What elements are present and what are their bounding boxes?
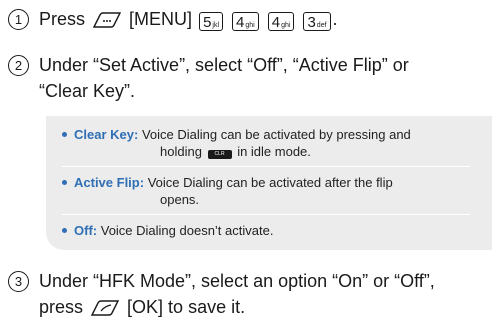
note-box: Clear Key: Voice Dialing can be activate… <box>46 116 492 250</box>
step-2-line-2: “Clear Key”. <box>39 81 136 101</box>
step-3-text: Under “HFK Mode”, select an option “On” … <box>39 268 435 320</box>
note-active-flip-line-1: Voice Dialing can be activated after the… <box>147 175 393 190</box>
note-divider <box>62 166 470 167</box>
note-active-flip-line-2: opens. <box>160 192 200 207</box>
bullet-icon <box>62 132 67 137</box>
step-3-line-1: Under “HFK Mode”, select an option “On” … <box>39 271 435 291</box>
step-3-line-2: press [OK] to save it. <box>39 294 435 320</box>
step-2: 2 Under “Set Active”, select “Off”, “Act… <box>8 52 409 104</box>
note-off: Off: Voice Dialing doesn’t activate. <box>62 222 273 239</box>
step-3-press-label: press <box>39 297 84 317</box>
soft-key-icon <box>90 300 120 316</box>
note-term-active-flip: Active Flip: <box>74 175 145 190</box>
step-1-press-label: Press <box>39 9 86 29</box>
note-clear-key: Clear Key: Voice Dialing can be activate… <box>62 126 411 160</box>
note-clear-key-line-2: in idle mode. <box>237 144 311 159</box>
key-4-icon: 4ghi <box>232 12 259 31</box>
bullet-icon <box>62 228 67 233</box>
step-number-1: 1 <box>8 9 29 30</box>
step-number-3: 3 <box>8 271 29 292</box>
step-1: 1 Press [MENU] 5jkl 4ghi 4ghi 3def. <box>8 6 338 32</box>
soft-key-icon <box>92 12 122 28</box>
step-2-line-1: Under “Set Active”, select “Off”, “Activ… <box>39 55 409 75</box>
note-off-line-1: Voice Dialing doesn’t activate. <box>100 223 274 238</box>
key-5-icon: 5jkl <box>199 12 224 31</box>
step-3: 3 Under “HFK Mode”, select an option “On… <box>8 268 435 320</box>
clear-key-icon: CLR <box>207 150 232 159</box>
note-active-flip: Active Flip: Voice Dialing can be activa… <box>62 174 393 208</box>
note-clear-key-holding: holding <box>160 144 202 159</box>
step-2-text: Under “Set Active”, select “Off”, “Activ… <box>39 52 409 104</box>
step-number-2: 2 <box>8 55 29 76</box>
step-1-text: Press [MENU] 5jkl 4ghi 4ghi 3def. <box>39 6 338 32</box>
step-1-period: . <box>332 9 338 29</box>
note-divider <box>62 214 470 215</box>
key-3-icon: 3def <box>303 12 331 31</box>
note-clear-key-line-1: Voice Dialing can be activated by pressi… <box>141 127 411 142</box>
note-term-off: Off: <box>74 223 98 238</box>
bullet-icon <box>62 180 67 185</box>
menu-label: [MENU] <box>129 9 193 29</box>
note-term-clear-key: Clear Key: <box>74 127 139 142</box>
key-4-icon: 4ghi <box>267 12 295 31</box>
step-3-line-2-text: [OK] to save it. <box>127 297 246 317</box>
